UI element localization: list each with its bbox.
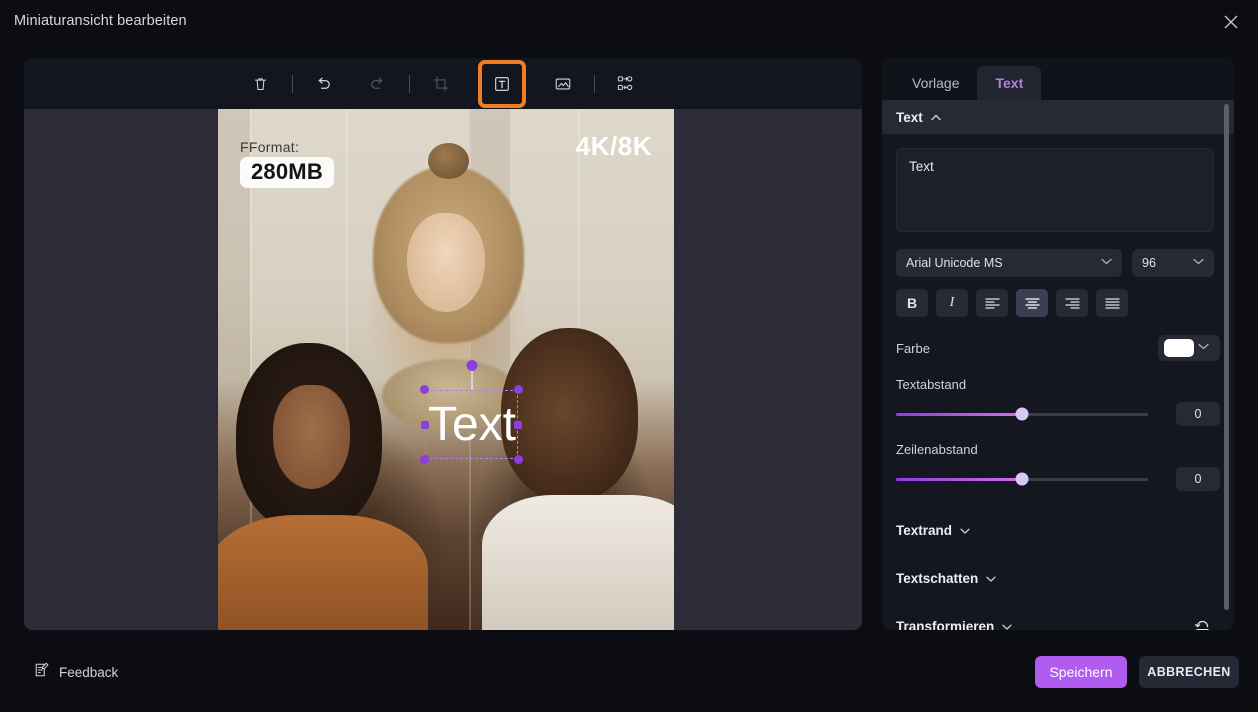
cancel-button[interactable]: ABBRECHEN (1139, 656, 1239, 688)
resize-handle-sw[interactable] (420, 455, 429, 464)
text-shadow-label: Textschatten (896, 570, 979, 586)
rotate-stem (471, 368, 472, 390)
text-spacing-slider[interactable] (896, 407, 1148, 421)
text-properties-body: Arial Unicode MS 96 B I (882, 134, 1234, 630)
slider-thumb[interactable] (1015, 472, 1029, 486)
resize-handle-nw[interactable] (420, 385, 429, 394)
canvas-toolbar (24, 58, 862, 109)
tab-text[interactable]: Text (977, 66, 1042, 100)
text-section-header[interactable]: Text (882, 100, 1234, 134)
text-shadow-section[interactable]: Textschatten (896, 569, 1220, 587)
transform-section[interactable]: Transformieren (896, 617, 1220, 630)
editor-stage: FFormat: 280MB 4K/8K Text (24, 58, 862, 630)
thumbnail-editor-dialog: Miniaturansicht bearbeiten FFormat: 280M… (0, 0, 1258, 712)
font-size-select[interactable]: 96 (1132, 249, 1214, 277)
align-center-button[interactable] (1016, 289, 1048, 317)
color-picker-button[interactable] (1158, 335, 1220, 361)
text-input[interactable] (896, 148, 1214, 232)
overlay-resolution-label: 4K/8K (575, 131, 652, 161)
panel-scrollbar[interactable] (1224, 104, 1229, 622)
text-spacing-block: Textabstand 0 (896, 377, 1220, 426)
align-left-button[interactable] (976, 289, 1008, 317)
transform-label: Transformieren (896, 618, 995, 631)
close-icon[interactable] (1214, 6, 1248, 38)
redo-icon[interactable] (359, 67, 397, 101)
chevron-down-icon (986, 569, 996, 587)
chevron-down-icon (1198, 343, 1209, 353)
italic-button[interactable]: I (936, 289, 968, 317)
line-spacing-label: Zeilenabstand (896, 442, 978, 457)
overlay-format-label: FFormat: (240, 139, 300, 155)
panel-tabs: Vorlage Text (882, 58, 1234, 100)
color-row: Farbe (896, 335, 1220, 361)
properties-panel: Vorlage Text Text Arial Unicode MS 96 (882, 58, 1234, 630)
text-spacing-label: Textabstand (896, 377, 967, 392)
undo-icon[interactable] (305, 67, 343, 101)
selected-text-object[interactable]: Text (420, 360, 523, 464)
chevron-down-icon (960, 521, 970, 539)
thumbnail-canvas[interactable]: FFormat: 280MB 4K/8K (218, 109, 674, 630)
text-tool-button[interactable] (477, 59, 526, 108)
text-spacing-value[interactable]: 0 (1176, 402, 1220, 426)
toolbar-divider (593, 74, 595, 93)
resize-handle-ne[interactable] (514, 385, 523, 394)
feedback-button[interactable]: Feedback (34, 662, 118, 683)
page-title: Miniaturansicht bearbeiten (14, 13, 187, 29)
color-label: Farbe (896, 340, 930, 356)
chevron-down-icon (1193, 258, 1204, 268)
canvas-text-label: Text (427, 397, 517, 451)
chevron-down-icon (1002, 617, 1012, 630)
title-bar: Miniaturansicht bearbeiten (0, 0, 1258, 44)
format-button-row: B I (896, 289, 1220, 317)
resize-handle-se[interactable] (514, 455, 523, 464)
feedback-label: Feedback (59, 665, 119, 680)
crop-icon[interactable] (422, 67, 460, 101)
chevron-down-icon (1101, 258, 1112, 268)
color-swatch (1164, 339, 1194, 357)
overlay-size-badge: 280MB (240, 157, 334, 188)
resize-handle-e[interactable] (514, 420, 522, 429)
tab-vorlage[interactable]: Vorlage (894, 66, 977, 100)
slider-thumb[interactable] (1015, 407, 1029, 421)
font-row: Arial Unicode MS 96 (896, 249, 1220, 277)
reset-icon[interactable] (1194, 616, 1212, 631)
text-outline-section[interactable]: Textrand (896, 521, 1220, 539)
feedback-icon (34, 662, 50, 683)
font-size-value: 96 (1142, 256, 1156, 270)
line-spacing-slider[interactable] (896, 472, 1148, 486)
bold-button[interactable]: B (896, 289, 928, 317)
text-section-title: Text (896, 109, 923, 125)
resize-handle-w[interactable] (421, 420, 429, 429)
delete-icon[interactable] (242, 67, 280, 101)
toolbar-divider (291, 74, 293, 93)
slider-fill (896, 477, 1022, 481)
image-icon[interactable] (544, 67, 582, 101)
font-family-select[interactable]: Arial Unicode MS (896, 249, 1122, 277)
rotate-handle[interactable] (466, 360, 477, 371)
align-right-button[interactable] (1056, 289, 1088, 317)
toolbar-divider (408, 74, 410, 93)
scrollbar-thumb[interactable] (1224, 104, 1229, 610)
line-spacing-block: Zeilenabstand 0 (896, 442, 1220, 491)
chevron-up-icon (931, 108, 941, 126)
save-button[interactable]: Speichern (1035, 656, 1127, 688)
slider-fill (896, 412, 1022, 416)
font-family-value: Arial Unicode MS (906, 256, 1003, 270)
line-spacing-value[interactable]: 0 (1176, 467, 1220, 491)
text-outline-label: Textrand (896, 522, 953, 538)
replace-icon[interactable] (607, 67, 645, 101)
align-justify-button[interactable] (1096, 289, 1128, 317)
